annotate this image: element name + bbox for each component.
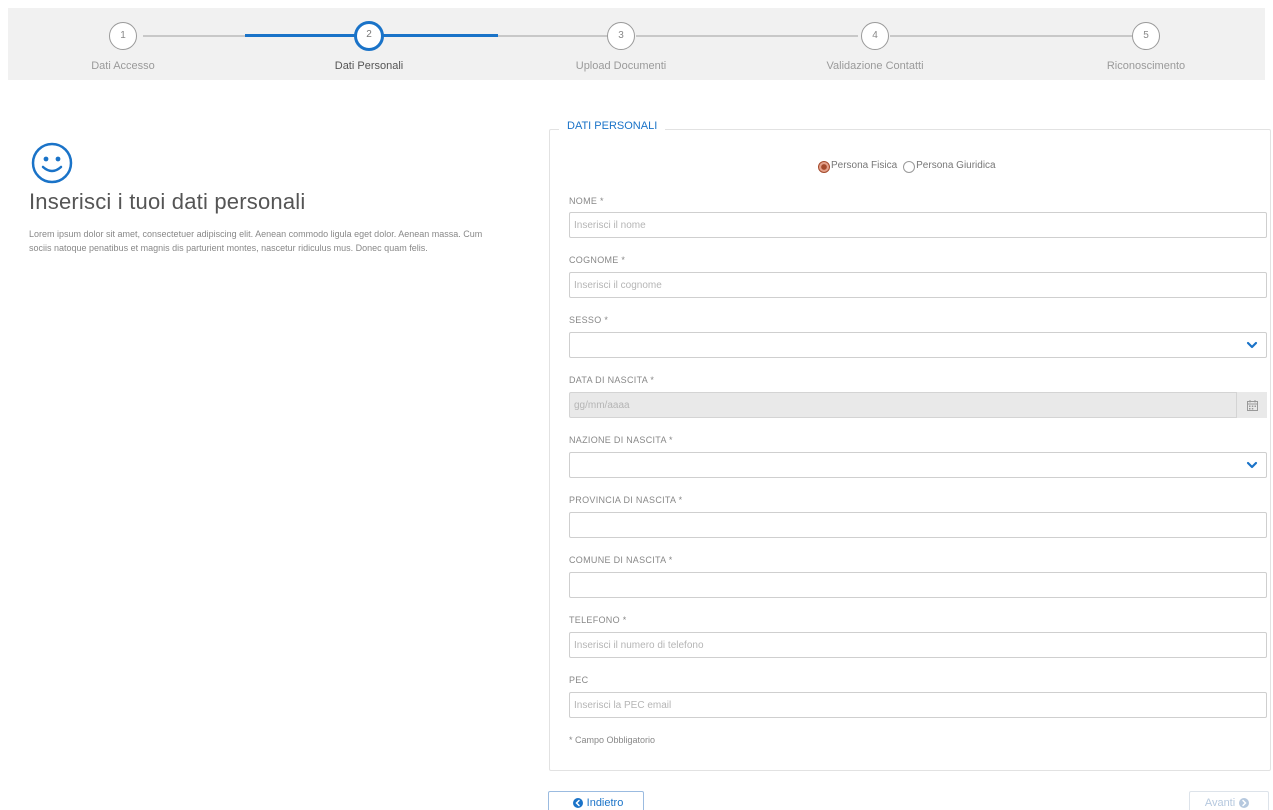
cognome-label: COGNOME *	[569, 255, 626, 265]
nome-label: NOME *	[569, 196, 604, 206]
step-4-circle[interactable]: 4	[861, 22, 889, 50]
step-1-circle[interactable]: 1	[109, 22, 137, 50]
next-button[interactable]: Avanti	[1189, 791, 1269, 810]
required-field-note: * Campo Obbligatorio	[569, 735, 656, 745]
back-button[interactable]: Indietro	[548, 791, 644, 810]
step-5-circle[interactable]: 5	[1132, 22, 1160, 50]
telefono-input[interactable]	[569, 632, 1267, 658]
sesso-select[interactable]	[569, 332, 1267, 358]
chevron-down-icon[interactable]	[1245, 458, 1259, 472]
step-connector-progress-left	[245, 34, 363, 37]
provincia-input[interactable]	[569, 512, 1267, 538]
telefono-label: TELEFONO *	[569, 615, 627, 625]
intro-description: Lorem ipsum dolor sit amet, consectetuer…	[29, 229, 483, 253]
nome-input[interactable]	[569, 212, 1267, 238]
pec-label: PEC	[569, 675, 589, 685]
comune-input[interactable]	[569, 572, 1267, 598]
arrow-right-circle-icon	[1239, 798, 1250, 808]
step-connector-3	[636, 35, 858, 37]
step-5-label: Riconoscimento	[1106, 60, 1186, 72]
next-button-label: Avanti	[1204, 797, 1236, 809]
radio-persona-giuridica[interactable]	[903, 161, 916, 173]
nazione-label: NAZIONE DI NASCITA *	[569, 435, 673, 445]
radio-label-persona-fisica[interactable]: Persona Fisica	[831, 160, 897, 171]
step-connector-2	[498, 35, 608, 37]
pec-input[interactable]	[569, 692, 1267, 718]
radio-label-persona-giuridica[interactable]: Persona Giuridica	[916, 160, 995, 171]
step-2-label: Dati Personali	[334, 60, 404, 72]
arrow-left-circle-icon	[572, 798, 583, 808]
chevron-down-icon[interactable]	[1245, 338, 1259, 352]
provincia-label: PROVINCIA DI NASCITA *	[569, 495, 683, 505]
radio-persona-fisica[interactable]	[818, 161, 830, 173]
panel-legend: DATI PERSONALI	[559, 120, 666, 132]
step-2-circle[interactable]: 2	[354, 21, 384, 51]
step-1-label: Dati Accesso	[91, 60, 155, 72]
step-connector-progress-right	[383, 34, 498, 37]
data-nascita-label: DATA DI NASCITA *	[569, 375, 655, 385]
step-3-label: Upload Documenti	[575, 60, 667, 72]
step-4-label: Validazione Contatti	[826, 60, 924, 72]
back-button-label: Indietro	[586, 797, 624, 809]
cognome-input[interactable]	[569, 272, 1267, 298]
step-connector-4	[890, 35, 1132, 37]
comune-label: COMUNE DI NASCITA *	[569, 555, 673, 565]
sesso-label: SESSO *	[569, 315, 609, 325]
nazione-select[interactable]	[569, 452, 1267, 478]
page-title: Inserisci i tuoi dati personali	[29, 189, 306, 214]
smiley-icon	[31, 142, 73, 189]
data-nascita-input[interactable]	[569, 392, 1267, 418]
calendar-icon[interactable]	[1236, 392, 1267, 418]
wizard-stepper: 1 Dati Accesso 2 Dati Personali 3 Upload…	[8, 8, 1265, 80]
person-type-radio-group: Persona Fisica Persona Giuridica	[818, 158, 1002, 173]
step-3-circle[interactable]: 3	[607, 22, 635, 50]
